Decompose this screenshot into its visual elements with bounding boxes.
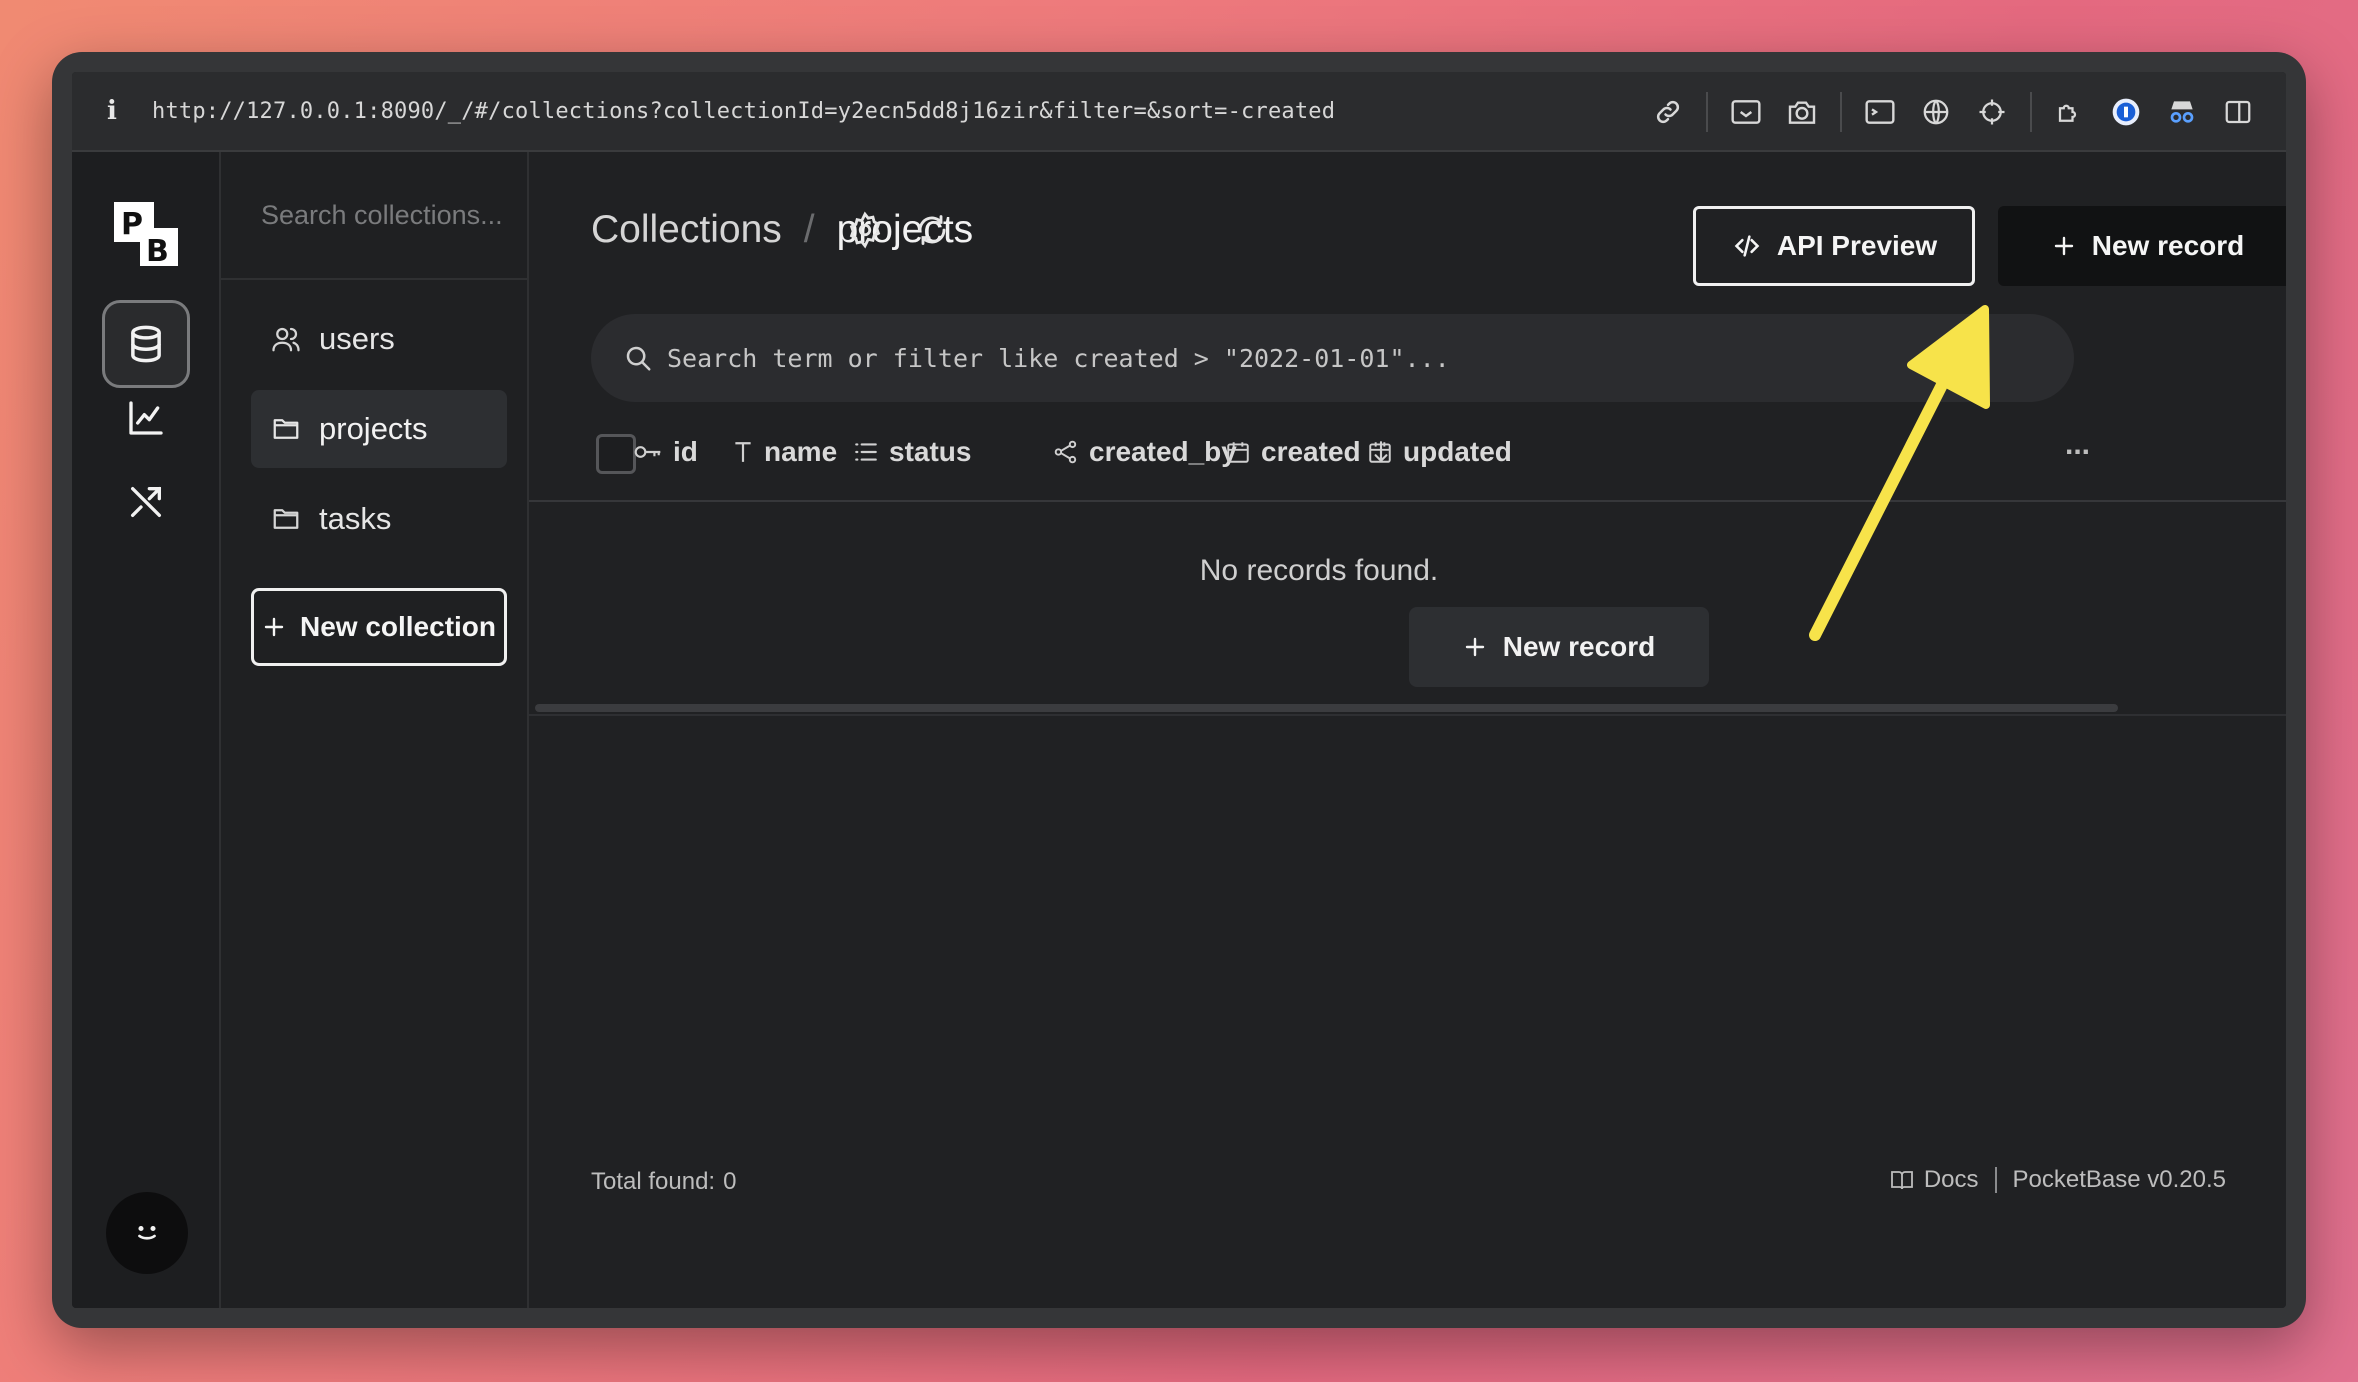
sidebar-item-label: projects <box>319 411 428 446</box>
sidebar-item-users[interactable]: users <box>251 300 507 378</box>
api-preview-label: API Preview <box>1776 230 1938 261</box>
version-label[interactable]: PocketBase v0.20.5 <box>2013 1166 2226 1194</box>
toolbar-divider <box>2030 92 2032 132</box>
empty-state-message: No records found. <box>1199 554 1439 587</box>
total-found: Total found: 0 <box>591 1168 736 1196</box>
column-header-updated[interactable]: updated <box>1367 436 1512 468</box>
incognito-icon[interactable] <box>2154 84 2210 140</box>
folder-icon <box>271 504 301 534</box>
code-icon <box>1734 235 1760 257</box>
plus-icon <box>2054 236 2073 256</box>
browser-toolbar <box>1640 72 2266 152</box>
collections-search <box>221 152 527 280</box>
avatar[interactable] <box>106 1192 188 1274</box>
crosshair-icon[interactable] <box>1964 84 2020 140</box>
column-header-created-by[interactable]: created_by <box>1053 436 1237 468</box>
password-manager-icon[interactable] <box>2098 84 2154 140</box>
main-content: Collections / projects API Preview New r… <box>529 152 2286 1308</box>
book-icon <box>1890 1171 1913 1190</box>
settings-nav-button[interactable] <box>102 458 190 546</box>
search-icon <box>626 346 651 371</box>
toolbar-divider <box>1840 92 1842 132</box>
globe-icon[interactable] <box>1908 84 1964 140</box>
sidebar-item-projects[interactable]: projects <box>251 390 507 468</box>
plus-icon <box>1465 637 1484 657</box>
breadcrumb-root[interactable]: Collections <box>591 208 782 252</box>
relation-icon <box>1054 440 1077 464</box>
browser-viewport: i http://127.0.0.1:8090/_/#/collections?… <box>72 72 2286 1308</box>
camera-icon[interactable] <box>1774 84 1830 140</box>
text-type-icon <box>735 442 751 462</box>
screenshot-area-icon[interactable] <box>1718 84 1774 140</box>
total-found-count: 0 <box>723 1168 737 1195</box>
new-record-button[interactable]: New record <box>1998 206 2286 286</box>
collections-list: users projects tasks <box>221 280 527 558</box>
table-bottom-divider <box>529 714 2286 716</box>
toolbar-divider <box>1706 92 1708 132</box>
docs-link[interactable]: Docs <box>1924 1166 1979 1194</box>
column-header-status[interactable]: status <box>853 436 971 468</box>
total-found-label: Total found: <box>591 1168 716 1195</box>
collections-search-input[interactable] <box>261 199 501 231</box>
browser-window: i http://127.0.0.1:8090/_/#/collections?… <box>52 52 2306 1328</box>
smiley-icon <box>138 1225 156 1240</box>
collections-sidebar: users projects tasks New collectio <box>221 152 529 1308</box>
users-icon <box>271 324 301 354</box>
empty-new-record-label: New record <box>1502 631 1656 662</box>
folder-icon <box>271 414 301 444</box>
key-icon <box>634 446 661 458</box>
column-header-name[interactable]: name <box>732 436 837 468</box>
plus-icon <box>264 617 284 637</box>
chart-line-icon <box>129 401 163 435</box>
app-footer: Docs PocketBase v0.20.5 <box>1890 1166 2226 1194</box>
columns-menu-button[interactable]: ... <box>2065 428 2090 462</box>
sidebar-item-label: tasks <box>319 501 392 536</box>
column-header-id[interactable]: id <box>633 436 698 468</box>
url-text[interactable]: http://127.0.0.1:8090/_/#/collections?co… <box>152 99 1335 124</box>
new-collection-button[interactable]: New collection <box>251 588 507 666</box>
table-header: id name status created_by created update… <box>529 400 2286 502</box>
footer-divider <box>1994 1167 1997 1193</box>
new-record-label: New record <box>2091 230 2245 261</box>
pocketbase-logo[interactable]: P B <box>110 198 182 270</box>
records-search-input[interactable] <box>667 343 2074 373</box>
api-preview-button[interactable]: API Preview <box>1693 206 1975 286</box>
svg-text:B: B <box>146 234 169 269</box>
refresh-icon[interactable] <box>912 210 952 250</box>
empty-new-record-button[interactable]: New record <box>1409 607 1709 687</box>
records-search-bar <box>591 314 2074 402</box>
collection-settings-icon[interactable] <box>845 210 885 250</box>
calendar-icon <box>1369 442 1391 463</box>
calendar-icon <box>1227 442 1249 463</box>
site-info-icon[interactable]: i <box>72 96 152 126</box>
horizontal-scrollbar[interactable] <box>535 704 2118 712</box>
database-icon <box>131 325 161 363</box>
column-header-created[interactable]: created <box>1225 436 1391 468</box>
sidebar-item-tasks[interactable]: tasks <box>251 480 507 558</box>
select-all-checkbox[interactable] <box>596 434 636 474</box>
sidebar-toggle-icon[interactable] <box>2210 84 2266 140</box>
new-collection-label: New collection <box>299 611 497 642</box>
list-icon <box>855 443 877 461</box>
tools-icon <box>131 487 161 517</box>
terminal-icon[interactable] <box>1852 84 1908 140</box>
logs-chart-nav[interactable] <box>102 374 190 462</box>
link-icon[interactable] <box>1640 84 1696 140</box>
svg-text:P: P <box>121 207 143 242</box>
breadcrumb-separator: / <box>803 208 815 251</box>
sidebar-item-label: users <box>319 321 395 356</box>
extensions-icon[interactable] <box>2042 84 2098 140</box>
app-nav-rail: P B <box>72 152 221 1308</box>
url-bar[interactable]: i http://127.0.0.1:8090/_/#/collections?… <box>72 72 2286 152</box>
